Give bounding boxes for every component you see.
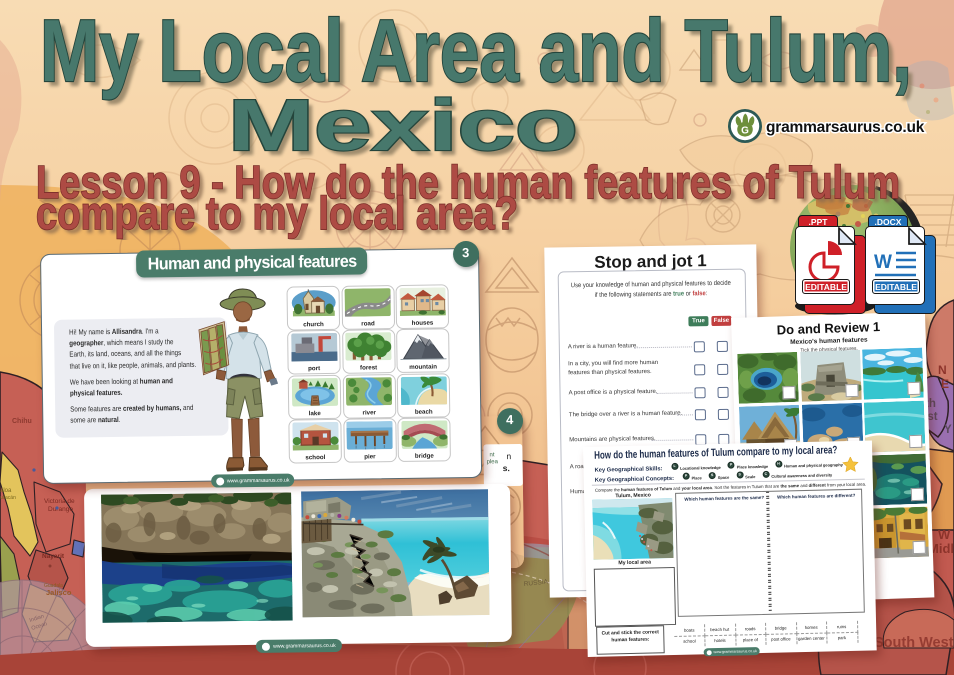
svg-text:Mexico: Mexico [228,86,578,166]
svg-text:compare to my local area?: compare to my local area? [36,187,518,239]
svg-text:aloa: aloa [0,488,12,494]
svg-text:G: G [741,126,749,137]
svg-text:n: n [506,451,511,461]
svg-text:nt: nt [489,452,494,458]
svg-text:Jalisco: Jalisco [46,588,72,597]
svg-text:plea: plea [487,459,499,465]
svg-text:Durango: Durango [48,506,73,513]
svg-text:uliacán: uliacán [0,495,16,501]
svg-text:grammarsaurus.co.uk: grammarsaurus.co.uk [766,119,925,136]
svg-text:Nayarit: Nayarit [42,553,65,560]
svg-text:Y: Y [944,424,952,436]
svg-text:South West: South West [874,635,954,651]
svg-text:Victoria de: Victoria de [44,498,75,505]
svg-text:W: W [938,527,951,542]
svg-text:E: E [941,377,949,391]
svg-text:Chihu: Chihu [12,418,32,425]
svg-text:N: N [938,363,947,377]
svg-text:s.: s. [503,463,510,473]
svg-text:W: W [874,252,892,273]
